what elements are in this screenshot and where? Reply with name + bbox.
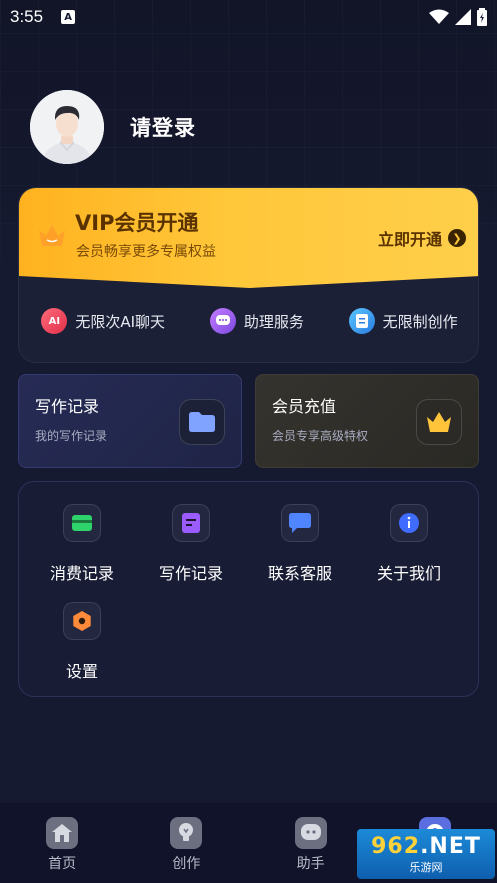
menu-label: 设置 xyxy=(65,662,98,681)
menu-label: 写作记录 xyxy=(158,564,223,583)
assistant-icon xyxy=(209,308,236,334)
menu-item-customer-service[interactable]: 联系客服 xyxy=(245,504,355,584)
status-time: 3:55 xyxy=(10,7,44,26)
menu-item-writing[interactable]: 写作记录 xyxy=(136,504,246,584)
vip-features: AI 无限次AI聊天 助理服务 无限制创作 xyxy=(19,308,478,334)
watermark-site-name: 乐游网 xyxy=(409,860,443,874)
avatar[interactable] xyxy=(30,90,104,164)
tab-assistant[interactable]: 助手 xyxy=(249,803,373,883)
watermark-brand: 962.NET xyxy=(371,833,481,859)
menu-item-settings[interactable]: 设置 xyxy=(27,602,137,682)
login-prompt[interactable]: 请登录 xyxy=(130,112,196,142)
card-icon xyxy=(63,504,101,542)
tab-create[interactable]: 创作 xyxy=(124,803,248,883)
feature-label: 无限次AI聊天 xyxy=(75,312,166,331)
vip-banner[interactable]: VIP会员开通 会员畅享更多专属权益 立即开通 ❯ xyxy=(19,188,478,288)
menu-item-about[interactable]: 关于我们 xyxy=(354,504,464,584)
chat-bubble-icon xyxy=(281,504,319,542)
profile-section[interactable]: 请登录 xyxy=(30,90,196,164)
feature-assistant: 助理服务 xyxy=(209,308,304,334)
menu-grid: 消费记录 写作记录 联系客服 关于我们 设置 xyxy=(18,481,479,697)
feature-ai-chat: AI 无限次AI聊天 xyxy=(41,308,165,334)
site-watermark: 962.NET 乐游网 xyxy=(357,829,495,879)
battery-icon xyxy=(477,8,487,26)
tab-home[interactable]: 首页 xyxy=(0,803,124,883)
member-recharge-tile[interactable]: 会员充值 会员专享高级特权 xyxy=(255,374,479,468)
notification-a-icon: A xyxy=(61,10,76,24)
tab-label: 助手 xyxy=(296,856,325,872)
creation-icon xyxy=(348,308,375,334)
menu-item-consumption[interactable]: 消费记录 xyxy=(27,504,137,584)
feature-creation: 无限制创作 xyxy=(348,308,458,334)
status-bar: 3:55 A xyxy=(0,0,497,34)
vip-card[interactable]: VIP会员开通 会员畅享更多专属权益 立即开通 ❯ AI 无限次AI聊天 助理服… xyxy=(18,187,479,363)
crown-icon xyxy=(39,225,65,246)
writing-record-tile[interactable]: 写作记录 我的写作记录 xyxy=(18,374,242,468)
folder-icon xyxy=(179,399,225,445)
chevron-right-icon: ❯ xyxy=(448,229,466,247)
feature-label: 助理服务 xyxy=(243,312,304,331)
home-icon xyxy=(46,817,79,849)
ai-chat-icon: AI xyxy=(41,308,68,334)
bulb-icon xyxy=(170,817,203,849)
info-icon xyxy=(390,504,428,542)
feature-label: 无限制创作 xyxy=(382,312,458,331)
vip-subtitle: 会员畅享更多专属权益 xyxy=(76,244,216,260)
menu-label: 消费记录 xyxy=(49,564,114,583)
menu-label: 联系客服 xyxy=(267,564,332,583)
menu-label: 关于我们 xyxy=(376,564,441,583)
tab-label: 首页 xyxy=(48,856,77,872)
default-avatar-icon xyxy=(30,90,104,164)
tab-label: 创作 xyxy=(172,856,201,872)
settings-icon xyxy=(63,602,101,640)
status-icons xyxy=(429,8,487,26)
vip-open-button[interactable]: 立即开通 ❯ xyxy=(378,226,466,250)
document-icon xyxy=(172,504,210,542)
crown-icon xyxy=(416,399,462,445)
vip-open-label: 立即开通 xyxy=(377,230,442,249)
vip-title: VIP会员开通 xyxy=(75,211,199,235)
assistant-bot-icon xyxy=(294,817,327,849)
signal-icon xyxy=(455,9,471,25)
wifi-icon xyxy=(429,9,449,24)
